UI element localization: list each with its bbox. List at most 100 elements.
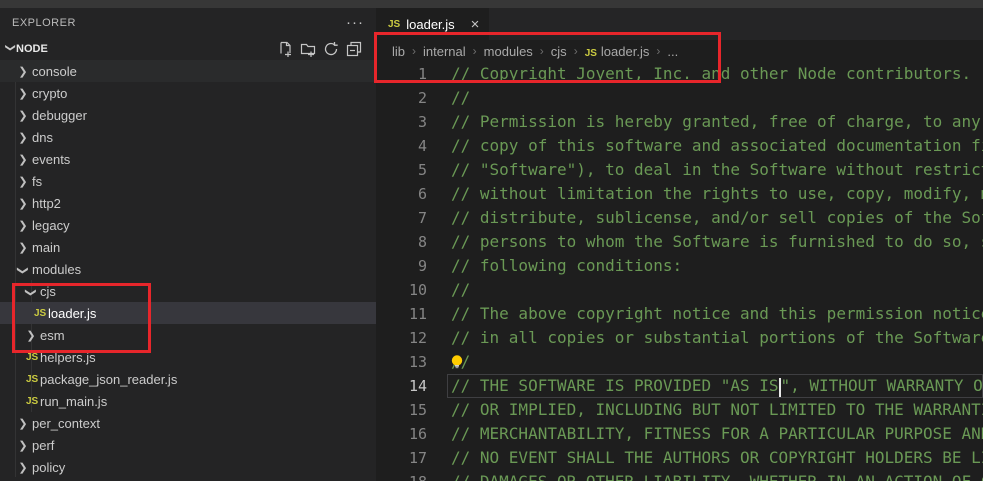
js-file-icon: JS	[26, 352, 40, 363]
tree-item-label: debugger	[32, 108, 87, 123]
code-line-text[interactable]: // The above copyright notice and this p…	[427, 302, 983, 326]
lightbulb-icon[interactable]	[448, 353, 466, 371]
code-line-5[interactable]: 5// "Software"), to deal in the Software…	[376, 158, 983, 182]
line-number: 8	[376, 230, 427, 254]
code-line-text[interactable]: // following conditions:	[427, 254, 682, 278]
tree-item-perf[interactable]: ❯perf	[0, 434, 376, 456]
code-line-text[interactable]: // NO EVENT SHALL THE AUTHORS OR COPYRIG…	[427, 446, 983, 470]
js-file-icon: JS	[26, 374, 40, 385]
code-line-9[interactable]: 9// following conditions:	[376, 254, 983, 278]
line-number: 16	[376, 422, 427, 446]
window-title-strip	[0, 0, 983, 8]
breadcrumb-label: modules	[484, 44, 533, 59]
chevron-right-icon: ❯	[14, 153, 32, 166]
line-number: 1	[376, 62, 427, 86]
code-line-17[interactable]: 17// NO EVENT SHALL THE AUTHORS OR COPYR…	[376, 446, 983, 470]
code-line-6[interactable]: 6// without limitation the rights to use…	[376, 182, 983, 206]
code-line-1[interactable]: 1// Copyright Joyent, Inc. and other Nod…	[376, 62, 983, 86]
tree-item-crypto[interactable]: ❯crypto	[0, 82, 376, 104]
chevron-right-icon: ❯	[14, 219, 32, 232]
line-number: 3	[376, 110, 427, 134]
collapse-all-icon[interactable]	[346, 41, 362, 57]
section-actions	[277, 41, 362, 57]
code-line-text[interactable]: // in all copies or substantial portions…	[427, 326, 983, 350]
tree-item-loader-js[interactable]: JSloader.js	[0, 302, 376, 324]
code-line-18[interactable]: 18// DAMAGES OR OTHER LIABILITY, WHETHER…	[376, 470, 983, 481]
code-line-15[interactable]: 15// OR IMPLIED, INCLUDING BUT NOT LIMIT…	[376, 398, 983, 422]
refresh-icon[interactable]	[323, 41, 339, 57]
new-file-icon[interactable]	[277, 41, 293, 57]
line-number: 6	[376, 182, 427, 206]
tree-item-helpers-js[interactable]: JShelpers.js	[0, 346, 376, 368]
breadcrumb-item-loaderjs[interactable]: JSloader.js	[585, 44, 650, 59]
code-line-text[interactable]: // without limitation the rights to use,…	[427, 182, 983, 206]
breadcrumb-item-[interactable]: ...	[667, 44, 678, 59]
code-line-text[interactable]: // persons to whom the Software is furni…	[427, 230, 983, 254]
code-line-text[interactable]: // distribute, sublicense, and/or sell c…	[427, 206, 983, 230]
code-line-7[interactable]: 7// distribute, sublicense, and/or sell …	[376, 206, 983, 230]
chevron-down-icon: ❯	[25, 283, 38, 301]
tree-item-label: helpers.js	[40, 350, 96, 365]
breadcrumb-item-cjs[interactable]: cjs	[551, 44, 567, 59]
line-number: 13	[376, 350, 427, 374]
js-file-icon: JS	[585, 48, 597, 59]
tree-item-console[interactable]: ❯console	[0, 60, 376, 82]
code-line-text[interactable]: // THE SOFTWARE IS PROVIDED "AS IS", WIT…	[427, 374, 983, 398]
tree-item-per-context[interactable]: ❯per_context	[0, 412, 376, 434]
breadcrumb-separator-icon: ›	[656, 44, 660, 58]
breadcrumb-label: lib	[392, 44, 405, 59]
new-folder-icon[interactable]	[300, 41, 316, 57]
tree-item-main[interactable]: ❯main	[0, 236, 376, 258]
code-line-12[interactable]: 12// in all copies or substantial portio…	[376, 326, 983, 350]
code-line-4[interactable]: 4// copy of this software and associated…	[376, 134, 983, 158]
code-line-16[interactable]: 16// MERCHANTABILITY, FITNESS FOR A PART…	[376, 422, 983, 446]
vscode-window: EXPLORER ··· ❯ NODE	[0, 0, 983, 481]
breadcrumb-item-lib[interactable]: lib	[392, 44, 405, 59]
code-line-text[interactable]: // DAMAGES OR OTHER LIABILITY, WHETHER I…	[427, 470, 983, 481]
tree-item-modules[interactable]: ❯modules	[0, 258, 376, 280]
tree-item-run-main-js[interactable]: JSrun_main.js	[0, 390, 376, 412]
breadcrumb-separator-icon: ›	[574, 44, 578, 58]
tree-item-package-json-reader-js[interactable]: JSpackage_json_reader.js	[0, 368, 376, 390]
code-line-14[interactable]: 14// THE SOFTWARE IS PROVIDED "AS IS", W…	[376, 374, 983, 398]
tree-item-policy[interactable]: ❯policy	[0, 456, 376, 477]
text-cursor	[779, 378, 781, 397]
code-line-text[interactable]: // Copyright Joyent, Inc. and other Node…	[427, 62, 971, 86]
tree-item-esm[interactable]: ❯esm	[0, 324, 376, 346]
code-line-text[interactable]: //	[427, 278, 470, 302]
tree-item-fs[interactable]: ❯fs	[0, 170, 376, 192]
explorer-more-actions-icon[interactable]: ···	[346, 18, 364, 28]
tree-item-events[interactable]: ❯events	[0, 148, 376, 170]
tree-item-http2[interactable]: ❯http2	[0, 192, 376, 214]
chevron-right-icon: ❯	[14, 417, 32, 430]
code-line-2[interactable]: 2//	[376, 86, 983, 110]
code-line-3[interactable]: 3// Permission is hereby granted, free o…	[376, 110, 983, 134]
tree-item-debugger[interactable]: ❯debugger	[0, 104, 376, 126]
code-line-text[interactable]: // OR IMPLIED, INCLUDING BUT NOT LIMITED…	[427, 398, 983, 422]
code-line-10[interactable]: 10//	[376, 278, 983, 302]
tab-close-icon[interactable]: ×	[471, 16, 480, 33]
code-line-text[interactable]: // MERCHANTABILITY, FITNESS FOR A PARTIC…	[427, 422, 983, 446]
breadcrumb-item-internal[interactable]: internal	[423, 44, 466, 59]
editor-area: JS loader.js × lib›internal›modules›cjs›…	[376, 8, 983, 481]
explorer-header: EXPLORER ···	[0, 8, 376, 38]
tree-item-dns[interactable]: ❯dns	[0, 126, 376, 148]
breadcrumb-label: cjs	[551, 44, 567, 59]
code-line-13[interactable]: 13//	[376, 350, 983, 374]
code-line-text[interactable]: // copy of this software and associated …	[427, 134, 983, 158]
tree-item-legacy[interactable]: ❯legacy	[0, 214, 376, 236]
chevron-right-icon: ❯	[14, 197, 32, 210]
node-section-header[interactable]: ❯ NODE	[0, 38, 376, 60]
breadcrumb-item-modules[interactable]: modules	[484, 44, 533, 59]
tab-loader-js[interactable]: JS loader.js ×	[376, 8, 489, 40]
chevron-right-icon: ❯	[14, 241, 32, 254]
code-line-text[interactable]: // Permission is hereby granted, free of…	[427, 110, 983, 134]
breadcrumb-label: ...	[667, 44, 678, 59]
code-editor[interactable]: 1// Copyright Joyent, Inc. and other Nod…	[376, 62, 983, 481]
code-line-text[interactable]: // "Software"), to deal in the Software …	[427, 158, 983, 182]
tree-item-cjs[interactable]: ❯cjs	[0, 280, 376, 302]
code-line-11[interactable]: 11// The above copyright notice and this…	[376, 302, 983, 326]
code-line-8[interactable]: 8// persons to whom the Software is furn…	[376, 230, 983, 254]
code-line-text[interactable]: //	[427, 86, 470, 110]
js-file-icon: JS	[26, 396, 40, 407]
